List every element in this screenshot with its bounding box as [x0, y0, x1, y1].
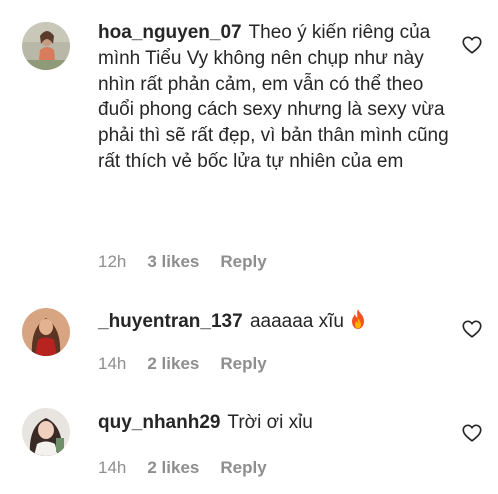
comment-text: Trời ơi xỉu [227, 412, 313, 433]
avatar[interactable] [22, 22, 70, 70]
comment-meta: 14h 2 likes Reply [98, 458, 267, 478]
comment-time: 14h [98, 354, 127, 373]
comment-username[interactable]: hoa_nguyen_07 [98, 22, 242, 43]
comment-likes-button[interactable]: 2 likes [147, 354, 199, 374]
comment-text: aaaaaa xĩu [249, 311, 344, 332]
fire-emoji-icon [348, 308, 368, 330]
comment-body: quy_nhanh29 Trời ơi xỉu [98, 410, 453, 436]
comment-item: quy_nhanh29 Trời ơi xỉu 14h 2 likes Repl… [0, 390, 498, 494]
reply-button[interactable]: Reply [220, 354, 266, 374]
avatar[interactable] [22, 408, 70, 456]
comment-meta: 12h 3 likes Reply [98, 252, 267, 272]
comment-text: Theo ý kiến riêng của mình Tiểu Vy không… [98, 22, 449, 172]
comment-username[interactable]: _huyentran_137 [98, 311, 243, 332]
comment-username[interactable]: quy_nhanh29 [98, 412, 220, 433]
like-heart-icon[interactable] [461, 34, 483, 56]
comment-likes-button[interactable]: 3 likes [147, 252, 199, 272]
reply-button[interactable]: Reply [220, 458, 266, 478]
like-heart-icon[interactable] [461, 318, 483, 340]
like-heart-icon[interactable] [461, 422, 483, 444]
reply-button[interactable]: Reply [220, 252, 266, 272]
comment-likes-button[interactable]: 2 likes [147, 458, 199, 478]
comment-meta: 14h 2 likes Reply [98, 354, 267, 374]
avatar[interactable] [22, 308, 70, 356]
comment-time: 14h [98, 458, 127, 477]
comment-item: _huyentran_137 aaaaaa xĩu 14h 2 likes Re… [0, 290, 498, 390]
comment-item: hoa_nguyen_07 Theo ý kiến riêng của mình… [0, 0, 498, 290]
comment-body: _huyentran_137 aaaaaa xĩu [98, 308, 453, 335]
comment-body: hoa_nguyen_07 Theo ý kiến riêng của mình… [98, 20, 453, 175]
comment-time: 12h [98, 252, 127, 271]
